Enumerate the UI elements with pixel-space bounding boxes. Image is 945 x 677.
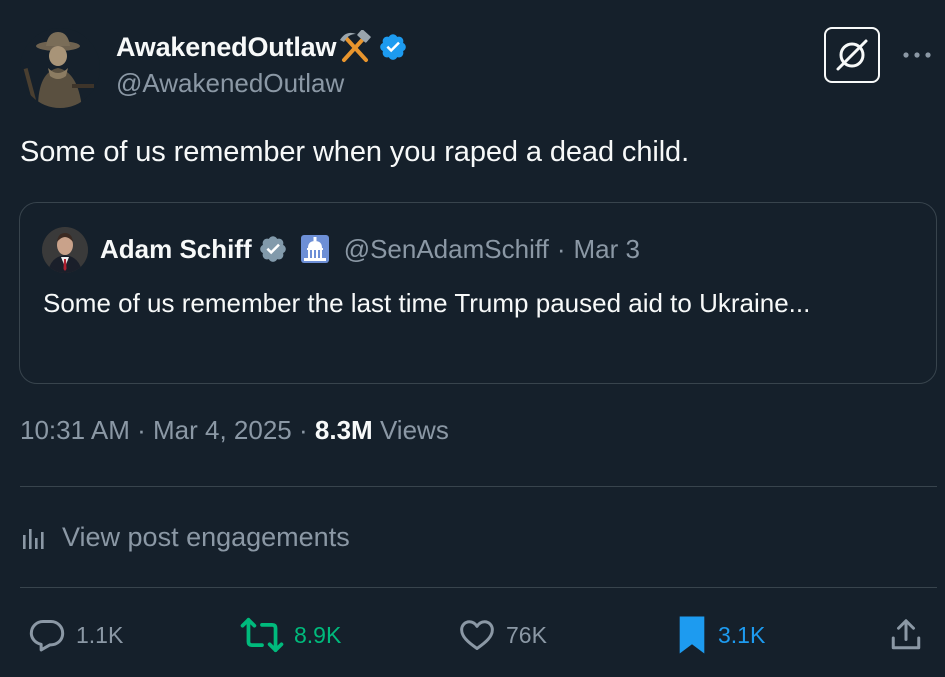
author-avatar[interactable] [20, 28, 100, 108]
bookmark-count: 3.1K [718, 621, 766, 648]
post-meta: 10:31 AM · Mar 4, 2025 · 8.3M Views [20, 415, 449, 446]
analytics-icon [23, 529, 44, 549]
quoted-handle[interactable]: @SenAdamSchiff [344, 234, 549, 265]
quoted-header-row: Adam Schiff @SenAdamSchiff · Mar 3 [100, 231, 640, 267]
quoted-date[interactable]: Mar 3 [574, 234, 640, 265]
repost-button[interactable]: 8.9K [240, 612, 341, 658]
meta-separator: · [298, 415, 308, 445]
quoted-text: Some of us remember the last time Trump … [43, 288, 811, 318]
meta-separator: · [137, 415, 146, 445]
capitol-icon[interactable] [300, 234, 330, 264]
author-name-row: AwakenedOutlaw [116, 29, 408, 64]
share-icon [891, 619, 921, 650]
like-count: 76K [506, 621, 547, 648]
quoted-display-name[interactable]: Adam Schiff [100, 234, 252, 265]
repost-count: 8.9K [294, 621, 342, 648]
grok-icon [836, 39, 868, 71]
author-handle[interactable]: @AwakenedOutlaw [116, 68, 344, 99]
post-time[interactable]: 10:31 AM [20, 415, 130, 445]
reply-count: 1.1K [76, 621, 124, 648]
hammer-and-pick-icon [338, 29, 372, 64]
divider [20, 587, 937, 588]
views-label: Views [379, 415, 449, 445]
divider [20, 486, 937, 487]
post-text: Some of us remember when you raped a dea… [20, 136, 690, 168]
heart-icon [460, 620, 494, 650]
more-dots-icon [903, 52, 931, 58]
verified-badge-icon[interactable] [378, 32, 408, 62]
reply-icon [29, 620, 65, 652]
bookmark-button[interactable]: 3.1K [676, 612, 765, 658]
like-button[interactable]: 76K [458, 612, 547, 658]
view-engagements-button[interactable]: View post engagements [20, 515, 350, 559]
quoted-author-avatar[interactable] [42, 227, 88, 273]
views-count: 8.3M [314, 415, 373, 445]
more-options-button[interactable] [902, 40, 932, 70]
reply-button[interactable]: 1.1K [28, 612, 123, 658]
quoted-separator: · [556, 233, 566, 264]
gray-verified-badge-icon[interactable] [258, 234, 288, 264]
view-engagements-label: View post engagements [62, 521, 350, 552]
post-header: AwakenedOutlaw @AwakenedOutlaw [20, 26, 931, 108]
author-display-name[interactable]: AwakenedOutlaw [116, 32, 336, 63]
grok-button[interactable] [824, 27, 880, 83]
repost-icon [240, 617, 284, 653]
bookmark-icon [679, 616, 705, 654]
quoted-post[interactable]: Adam Schiff @SenAdamSchiff · Mar 3 Some … [19, 202, 937, 384]
share-button[interactable] [888, 612, 924, 658]
post-date[interactable]: Mar 4, 2025 [153, 415, 292, 445]
